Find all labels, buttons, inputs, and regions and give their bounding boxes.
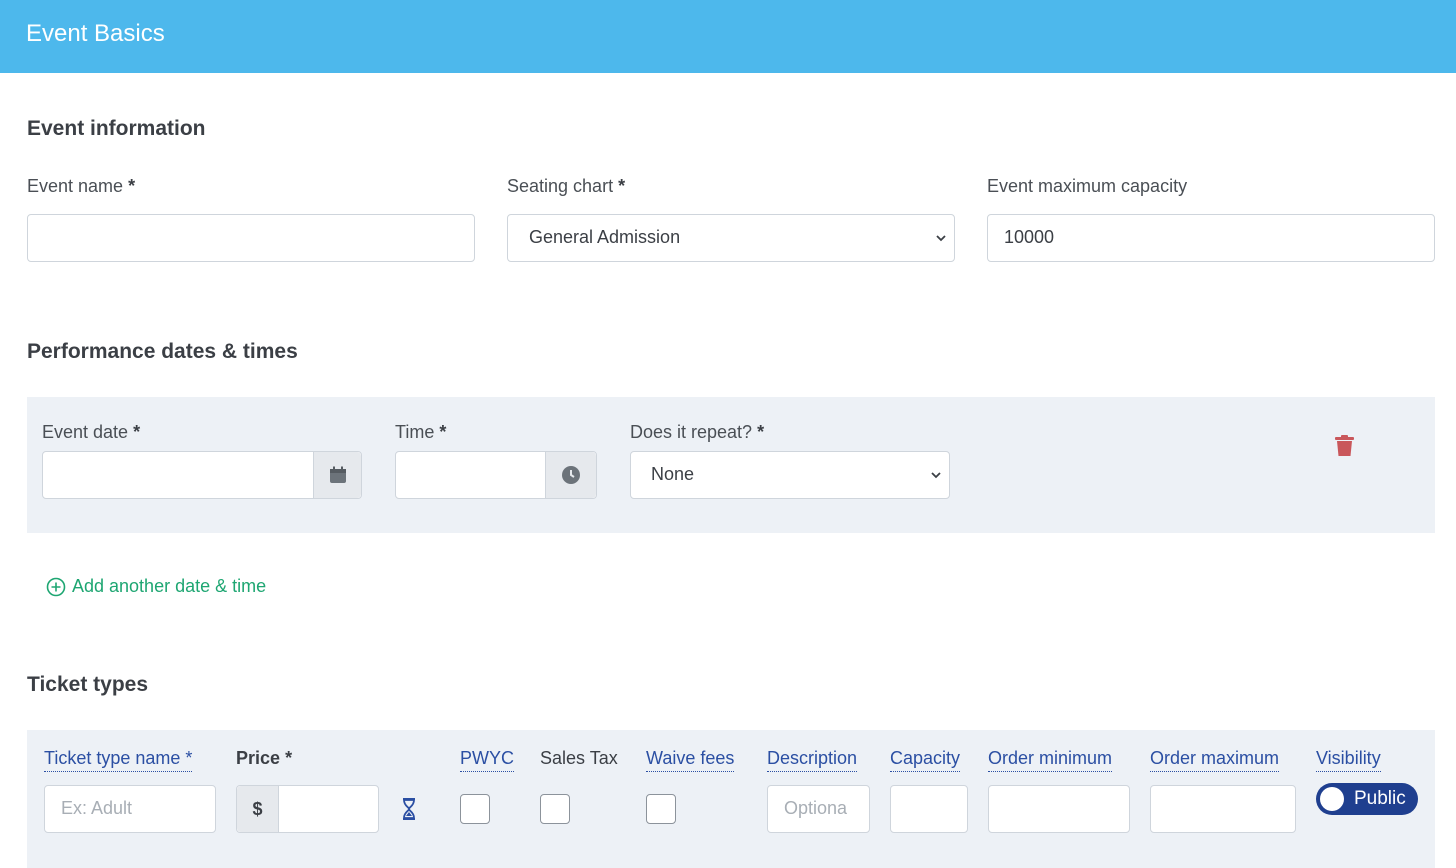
- visibility-toggle[interactable]: Public: [1316, 783, 1418, 815]
- visibility-header[interactable]: Visibility: [1316, 748, 1381, 772]
- sales-tax-checkbox[interactable]: [540, 794, 570, 824]
- price-input[interactable]: $: [236, 785, 379, 833]
- time-label: Time *: [395, 422, 447, 442]
- trash-icon[interactable]: [1335, 435, 1354, 457]
- add-date-time-label: Add another date & time: [72, 576, 267, 596]
- seating-chart-select[interactable]: General Admission: [507, 214, 955, 262]
- sales-tax-header: Sales Tax: [540, 748, 618, 768]
- ticket-name-header[interactable]: Ticket type name *: [44, 748, 193, 772]
- event-info-heading: Event information: [27, 117, 206, 140]
- performance-heading: Performance dates & times: [27, 340, 298, 363]
- chevron-down-icon: [931, 472, 941, 479]
- seating-chart-value: General Admission: [529, 227, 681, 247]
- calendar-icon: [329, 466, 346, 483]
- description-input[interactable]: Optiona: [767, 785, 870, 833]
- event-date-input[interactable]: [42, 451, 362, 499]
- description-header[interactable]: Description: [767, 748, 858, 772]
- page-header: Event Basics: [0, 0, 1456, 73]
- page-title: Event Basics: [26, 20, 165, 47]
- currency-addon: $: [237, 786, 279, 832]
- description-placeholder: Optiona: [784, 798, 848, 818]
- pwyc-header[interactable]: PWYC: [460, 748, 514, 772]
- max-capacity-label: Event maximum capacity: [987, 176, 1188, 196]
- calendar-button[interactable]: [313, 452, 361, 498]
- repeat-label: Does it repeat? *: [630, 422, 765, 442]
- repeat-select[interactable]: None: [630, 451, 950, 499]
- visibility-value: Public: [1354, 788, 1406, 809]
- order-minimum-header[interactable]: Order minimum: [988, 748, 1113, 772]
- pwyc-checkbox[interactable]: [460, 794, 490, 824]
- capacity-header[interactable]: Capacity: [890, 748, 961, 772]
- time-input[interactable]: [395, 451, 597, 499]
- event-name-input[interactable]: [27, 214, 475, 262]
- ticket-name-input[interactable]: Ex: Adult: [44, 785, 216, 833]
- plus-circle-icon: [46, 577, 66, 596]
- ticket-types-heading: Ticket types: [27, 673, 149, 696]
- ticket-name-placeholder: Ex: Adult: [61, 798, 133, 818]
- max-capacity-input[interactable]: 10000: [987, 214, 1435, 262]
- order-maximum-input[interactable]: [1150, 785, 1296, 833]
- chevron-down-icon: [936, 235, 946, 242]
- event-date-label: Event date *: [42, 422, 141, 442]
- clock-button[interactable]: [545, 452, 596, 498]
- order-minimum-input[interactable]: [988, 785, 1130, 833]
- event-name-label: Event name *: [27, 176, 136, 196]
- seating-chart-label: Seating chart *: [507, 176, 626, 196]
- toggle-knob: [1320, 787, 1344, 811]
- hourglass-icon[interactable]: [401, 798, 417, 820]
- waive-fees-checkbox[interactable]: [646, 794, 676, 824]
- waive-fees-header[interactable]: Waive fees: [646, 748, 735, 772]
- price-header: Price *: [236, 748, 293, 768]
- add-date-time-link[interactable]: Add another date & time: [46, 576, 266, 597]
- clock-icon: [562, 466, 580, 484]
- repeat-value: None: [651, 464, 695, 484]
- order-maximum-header[interactable]: Order maximum: [1150, 748, 1280, 772]
- capacity-input[interactable]: [890, 785, 968, 833]
